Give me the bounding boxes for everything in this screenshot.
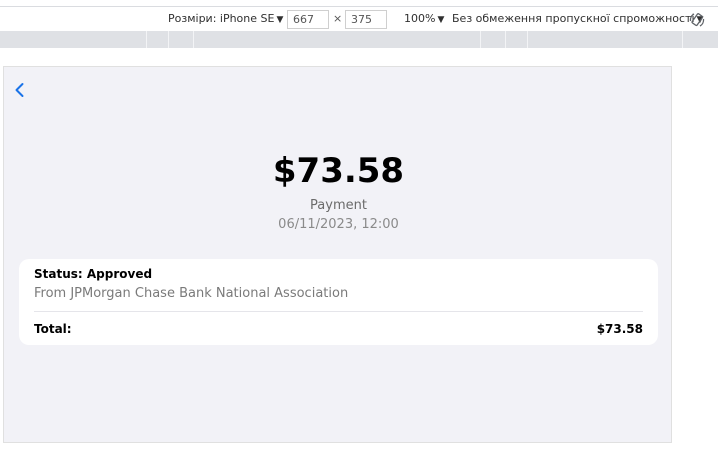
width-input[interactable]: 667 [287, 10, 329, 29]
height-input[interactable]: 375 [345, 10, 387, 29]
times-separator: × [333, 12, 343, 25]
payment-date: 06/11/2023, 12:00 [278, 217, 399, 232]
zoom-dropdown[interactable]: 100% ▼ [404, 12, 444, 25]
ruler-tick [505, 31, 506, 48]
total-value: $73.58 [596, 322, 643, 336]
divider [34, 311, 643, 312]
ruler-tick [682, 31, 683, 48]
chevron-left-icon[interactable] [13, 81, 27, 99]
throttling-dropdown[interactable]: Без обмеження пропускної спроможності ▼ [452, 12, 703, 25]
media-query-ruler [0, 31, 718, 48]
throttling-label: Без обмеження пропускної спроможності [452, 12, 695, 25]
ruler-tick [193, 31, 194, 48]
sender-label: From JPMorgan Chase Bank National Associ… [34, 286, 349, 301]
rotate-icon[interactable] [688, 11, 706, 29]
caret-down-icon: ▼ [437, 15, 445, 25]
device-viewport: $73.58 Payment 06/11/2023, 12:00 Status:… [3, 66, 672, 443]
device-toolbar: Розміри: iPhone SE ▼ 667 × 375 100% ▼ Без … [0, 6, 718, 31]
payment-type: Payment [310, 198, 367, 213]
status-label: Status: Approved [34, 267, 153, 281]
payment-amount: $73.58 [272, 151, 405, 191]
ruler-tick [480, 31, 481, 48]
payment-details-card: Status: Approved From JPMorgan Chase Ban… [19, 259, 658, 345]
dimensions-dropdown[interactable]: Розміри: iPhone SE ▼ [168, 12, 283, 25]
ruler-tick [168, 31, 169, 48]
caret-down-icon: ▼ [276, 15, 284, 25]
total-label: Total: [34, 322, 72, 336]
ruler-tick [146, 31, 147, 48]
ruler-tick [527, 31, 528, 48]
dimensions-label: Розміри: iPhone SE [168, 12, 275, 25]
zoom-label: 100% [404, 12, 436, 25]
